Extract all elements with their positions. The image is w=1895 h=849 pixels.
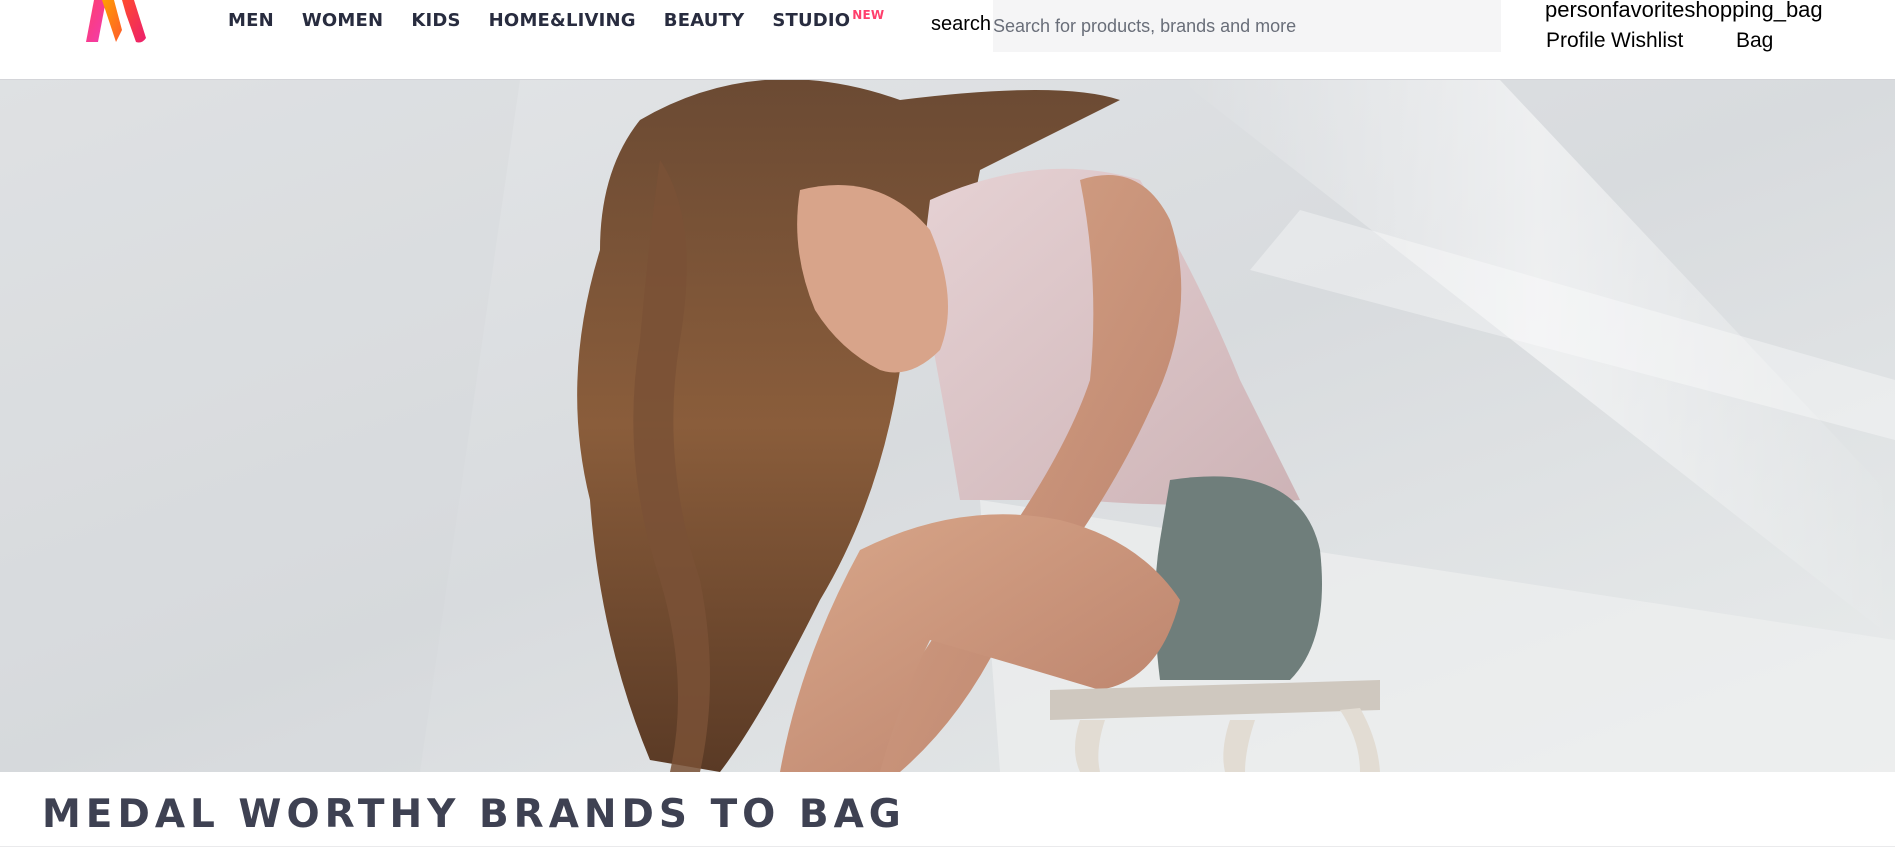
nav-item-men[interactable]: MEN xyxy=(228,10,274,79)
myntra-logo-icon[interactable] xyxy=(80,0,152,44)
nav-item-beauty[interactable]: BEAUTY xyxy=(663,10,745,79)
nav-item-kids[interactable]: KIDS xyxy=(411,10,462,79)
site-header: MEN WOMEN KIDS HOME&LIVING BEAUTY STUDIO… xyxy=(0,0,1895,80)
nav-item-home-living[interactable]: HOME&LIVING xyxy=(488,10,636,79)
nav-item-label: STUDIO xyxy=(772,10,851,31)
hero-banner-image xyxy=(0,80,1895,772)
bag-button[interactable]: Bag xyxy=(1736,29,1773,53)
profile-button[interactable]: Profile xyxy=(1546,29,1606,53)
nav-item-label: KIDS xyxy=(411,10,461,31)
nav-item-studio[interactable]: STUDIO NEW xyxy=(772,8,884,79)
nav-item-label: BEAUTY xyxy=(663,10,745,31)
nav-item-women[interactable]: WOMEN xyxy=(301,10,384,79)
nav-item-label: MEN xyxy=(228,10,274,31)
divider xyxy=(0,846,1895,847)
header-action-icons[interactable]: personfavoriteshopping_bag xyxy=(1545,0,1823,23)
new-badge: NEW xyxy=(852,8,885,22)
nav-item-label: HOME&LIVING xyxy=(488,10,636,31)
search-icon[interactable]: search xyxy=(931,13,991,36)
search-input[interactable] xyxy=(993,0,1501,52)
main-nav: MEN WOMEN KIDS HOME&LIVING BEAUTY STUDIO… xyxy=(228,8,890,79)
section-title: MEDAL WORTHY BRANDS TO BAG xyxy=(42,792,906,837)
nav-item-label: WOMEN xyxy=(301,10,384,31)
hero-banner[interactable] xyxy=(0,80,1895,772)
wishlist-button[interactable]: Wishlist xyxy=(1611,29,1683,53)
